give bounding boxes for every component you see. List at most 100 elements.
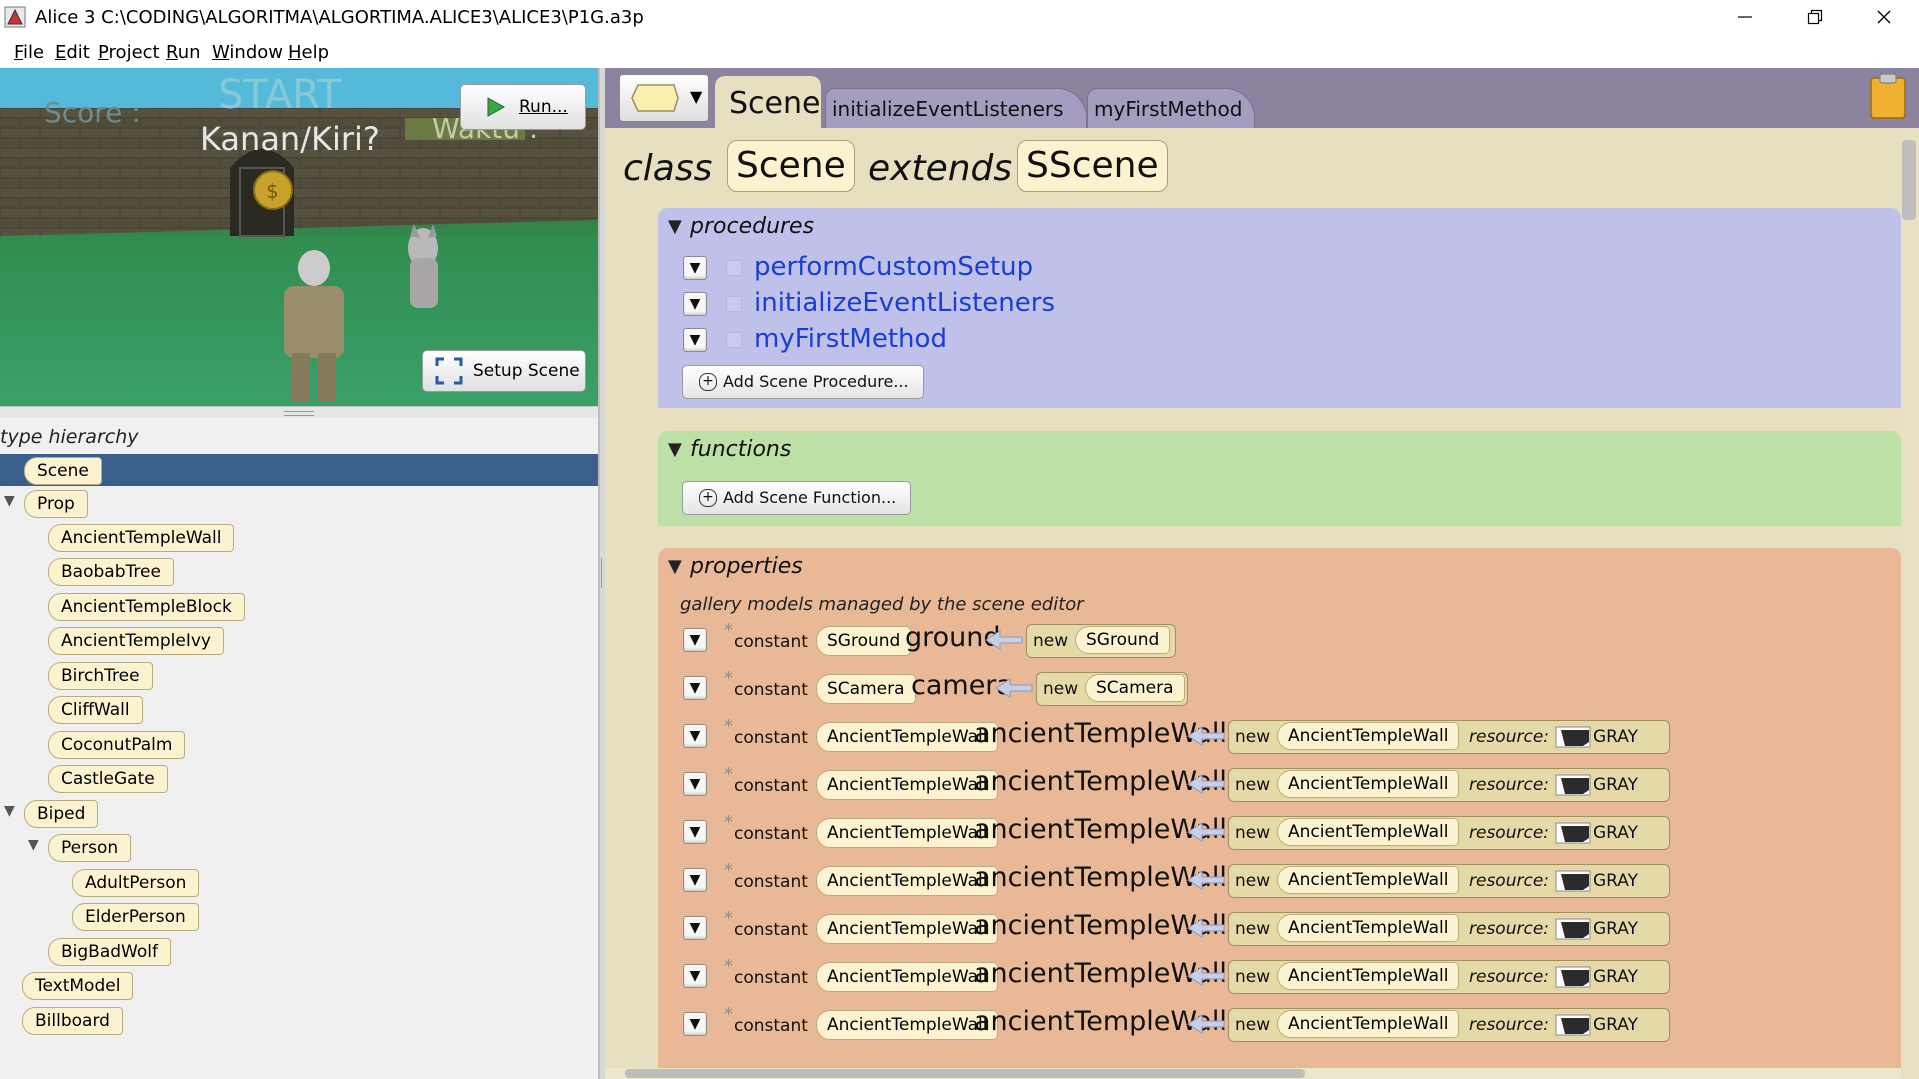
class-selector-dropdown[interactable]: ▼ [619, 74, 709, 122]
setup-scene-icon [435, 357, 463, 385]
clipboard-icon[interactable] [1869, 72, 1907, 120]
resource-swatch-icon [1555, 870, 1591, 892]
property-dropdown-button[interactable]: ▼ [683, 724, 707, 748]
play-icon [487, 97, 506, 117]
hierarchy-node-ancienttempleblock[interactable]: AncientTempleBlock [48, 593, 245, 621]
procedure-dropdown-button[interactable]: ▼ [683, 328, 707, 352]
scene-viewport[interactable]: $ Score : START Kanan/Kiri? Waktu : Run.… [0, 68, 598, 406]
assign-arrow-icon [1187, 870, 1225, 890]
procedure-checkbox[interactable] [726, 260, 742, 276]
new-instance-block[interactable]: new AncientTempleWall resource: GRAY [1228, 816, 1670, 850]
hierarchy-node-billboard[interactable]: Billboard [22, 1007, 123, 1035]
hierarchy-node-prop[interactable]: Prop [24, 490, 88, 518]
new-instance-block[interactable]: new AncientTempleWall resource: GRAY [1228, 912, 1670, 946]
svg-text:$: $ [266, 179, 279, 203]
hierarchy-node-birchtree[interactable]: BirchTree [48, 662, 153, 690]
property-type-pill[interactable]: SGround [816, 626, 912, 656]
expand-toggle-icon[interactable]: ▼ [4, 493, 15, 509]
functions-collapse-icon[interactable]: ▼ [668, 439, 682, 460]
close-icon [1877, 10, 1891, 24]
functions-section: ▼ functions + Add Scene Function... [658, 431, 1901, 526]
procedure-checkbox[interactable] [726, 296, 742, 312]
editor-horizontal-scrollbar[interactable] [605, 1068, 1901, 1079]
star-icon: * [724, 812, 733, 833]
procedure-link-myfirstmethod[interactable]: myFirstMethod [754, 324, 947, 354]
restore-button[interactable] [1780, 0, 1850, 34]
hierarchy-node-textmodel[interactable]: TextModel [22, 972, 134, 1000]
new-keyword: new [1235, 1015, 1271, 1035]
expand-toggle-icon[interactable]: ▼ [4, 803, 15, 819]
horizontal-scroll-thumb[interactable] [625, 1069, 1305, 1078]
vertical-scroll-thumb[interactable] [1902, 140, 1916, 220]
property-dropdown-button[interactable]: ▼ [683, 820, 707, 844]
run-button[interactable]: Run... [460, 84, 586, 130]
hierarchy-node-ancienttempleivy[interactable]: AncientTempleIvy [48, 627, 224, 655]
property-type-pill[interactable]: AncientTempleWall [816, 770, 999, 800]
setup-scene-button[interactable]: Setup Scene [422, 350, 586, 392]
property-dropdown-button[interactable]: ▼ [683, 1012, 707, 1036]
procedures-title: procedures [690, 214, 815, 239]
procedure-dropdown-button[interactable]: ▼ [683, 292, 707, 316]
hierarchy-node-baobabtree[interactable]: BaobabTree [48, 558, 174, 586]
hierarchy-node-person[interactable]: Person [48, 834, 132, 862]
property-dropdown-button[interactable]: ▼ [683, 868, 707, 892]
procedure-checkbox[interactable] [726, 332, 742, 348]
hierarchy-node-bigbadwolf[interactable]: BigBadWolf [48, 938, 171, 966]
left-panel: $ Score : START Kanan/Kiri? Waktu : Run.… [0, 68, 600, 1079]
assign-arrow-icon [1187, 822, 1225, 842]
hierarchy-node-biped[interactable]: Biped [24, 800, 99, 828]
properties-collapse-icon[interactable]: ▼ [668, 556, 682, 577]
expand-toggle-icon[interactable]: ▼ [28, 837, 39, 853]
minimize-button[interactable] [1710, 0, 1780, 34]
property-type-pill[interactable]: SCamera [816, 674, 916, 704]
hierarchy-node-ancienttemplewall[interactable]: AncientTempleWall [48, 524, 235, 552]
hierarchy-node-coconutpalm[interactable]: CoconutPalm [48, 731, 186, 759]
property-dropdown-button[interactable]: ▼ [683, 916, 707, 940]
hierarchy-node-castlegate[interactable]: CastleGate [48, 765, 168, 793]
add-scene-procedure-button[interactable]: + Add Scene Procedure... [682, 365, 924, 399]
procedures-collapse-icon[interactable]: ▼ [668, 216, 682, 237]
close-button[interactable] [1849, 0, 1919, 34]
new-keyword: new [1043, 679, 1079, 699]
functions-title: functions [690, 437, 792, 462]
property-type-pill[interactable]: AncientTempleWall [816, 722, 999, 752]
add-scene-function-button[interactable]: + Add Scene Function... [682, 481, 912, 515]
new-instance-block[interactable]: new SGround [1026, 624, 1176, 658]
property-type-pill[interactable]: AncientTempleWall [816, 866, 999, 896]
superclass-box[interactable]: SScene [1017, 140, 1168, 192]
property-dropdown-button[interactable]: ▼ [683, 772, 707, 796]
property-dropdown-button[interactable]: ▼ [683, 676, 707, 700]
hierarchy-node-adultperson[interactable]: AdultPerson [72, 869, 200, 897]
property-type-pill[interactable]: AncientTempleWall [816, 1010, 999, 1040]
procedure-dropdown-button[interactable]: ▼ [683, 256, 707, 280]
hierarchy-node-elderperson[interactable]: ElderPerson [72, 903, 199, 931]
new-instance-block[interactable]: new AncientTempleWall resource: GRAY [1228, 960, 1670, 994]
assign-arrow-icon [1187, 966, 1225, 986]
code-editor-panel: ▼ Scene initializeEventListeners myFirst… [605, 68, 1919, 1079]
property-type-pill[interactable]: AncientTempleWall [816, 962, 999, 992]
hierarchy-node-cliffwall[interactable]: CliffWall [48, 696, 143, 724]
property-dropdown-button[interactable]: ▼ [683, 964, 707, 988]
new-instance-block[interactable]: new AncientTempleWall resource: GRAY [1228, 768, 1670, 802]
tab-scene[interactable]: Scene [715, 76, 821, 128]
property-dropdown-button[interactable]: ▼ [683, 628, 707, 652]
property-type-pill[interactable]: AncientTempleWall [816, 914, 999, 944]
menu-window[interactable]: Window [212, 42, 283, 63]
new-instance-block[interactable]: new SCamera [1036, 672, 1188, 706]
menu-run[interactable]: Run [166, 42, 201, 63]
hierarchy-node-scene[interactable]: Scene [24, 457, 102, 485]
tab-initializeeventlisteners[interactable]: initializeEventListeners [825, 88, 1087, 130]
menu-file[interactable]: File [14, 42, 44, 63]
new-instance-block[interactable]: new AncientTempleWall resource: GRAY [1228, 720, 1670, 754]
class-name-box[interactable]: Scene [727, 140, 855, 192]
menu-project[interactable]: Project [98, 42, 160, 63]
tab-myfirstmethod[interactable]: myFirstMethod [1087, 88, 1255, 130]
new-instance-block[interactable]: new AncientTempleWall resource: GRAY [1228, 864, 1670, 898]
new-instance-block[interactable]: new AncientTempleWall resource: GRAY [1228, 1008, 1670, 1042]
procedure-link-performcustomsetup[interactable]: performCustomSetup [754, 252, 1033, 282]
property-type-pill[interactable]: AncientTempleWall [816, 818, 999, 848]
procedure-link-initializeeventlisteners[interactable]: initializeEventListeners [754, 288, 1055, 318]
add-scene-function-label: Add Scene Function... [723, 488, 897, 507]
menu-edit[interactable]: Edit [55, 42, 90, 63]
menu-help[interactable]: Help [288, 42, 329, 63]
